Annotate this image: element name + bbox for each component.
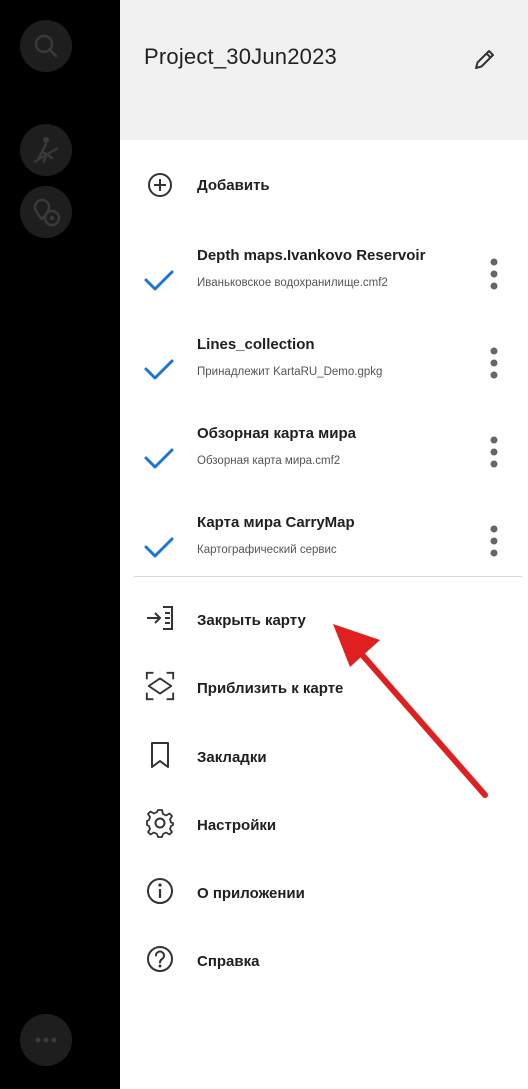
route-button[interactable] <box>20 124 72 176</box>
checkmark-icon[interactable] <box>142 530 176 564</box>
map-item-subtitle: Иваньковское водохранилище.cmf2 <box>197 277 388 289</box>
more-vertical-icon <box>490 347 498 379</box>
map-item-title: Lines_collection <box>197 336 315 353</box>
map-item[interactable]: Обзорная карта мира Обзорная карта мира.… <box>120 423 528 493</box>
checkmark-icon[interactable] <box>142 352 176 386</box>
map-item-menu-button[interactable] <box>480 429 508 475</box>
map-item[interactable]: Depth maps.Ivankovo Reservoir Иваньковск… <box>120 245 528 315</box>
more-vertical-icon <box>490 436 498 468</box>
more-options-button[interactable] <box>20 1014 72 1066</box>
route-icon <box>33 137 59 164</box>
more-horizontal-icon <box>35 1037 57 1043</box>
help-icon <box>144 943 176 975</box>
more-vertical-icon <box>490 258 498 290</box>
zoom-to-map-label: Приблизить к карте <box>197 680 344 697</box>
add-map-button[interactable]: Добавить <box>120 160 528 210</box>
map-item-title: Карта мира CarryMap <box>197 514 355 531</box>
location-compass-icon <box>33 198 61 227</box>
add-map-label: Добавить <box>197 177 270 194</box>
drawer-header: Project_30Jun2023 <box>120 0 528 140</box>
navigation-drawer: Project_30Jun2023 Добавить Depth maps.Iv… <box>120 0 528 1089</box>
checkmark-icon[interactable] <box>142 263 176 297</box>
help-button[interactable]: Справка <box>120 935 528 983</box>
zoom-to-map-icon <box>144 670 176 702</box>
search-icon <box>34 34 58 58</box>
about-label: О приложении <box>197 885 305 902</box>
pencil-icon <box>475 50 494 69</box>
map-item-menu-button[interactable] <box>480 340 508 386</box>
bookmarks-button[interactable]: Закладки <box>120 731 528 779</box>
map-area[interactable] <box>0 0 120 1089</box>
map-item[interactable]: Lines_collection Принадлежит KartaRU_Dem… <box>120 334 528 404</box>
close-map-icon <box>144 602 176 634</box>
settings-label: Настройки <box>197 817 277 834</box>
map-item[interactable]: Карта мира CarryMap Картографический сер… <box>120 512 528 582</box>
map-item-subtitle: Картографический сервис <box>197 544 337 556</box>
app-screen: Project_30Jun2023 Добавить Depth maps.Iv… <box>0 0 528 1089</box>
close-map-label: Закрыть карту <box>197 612 306 629</box>
about-button[interactable]: О приложении <box>120 867 528 915</box>
location-button[interactable] <box>20 186 72 238</box>
map-item-menu-button[interactable] <box>480 518 508 564</box>
map-item-title: Обзорная карта мира <box>197 425 356 442</box>
edit-project-button[interactable] <box>464 40 504 80</box>
gear-icon <box>144 807 176 839</box>
divider <box>134 576 522 577</box>
zoom-to-map-button[interactable]: Приблизить к карте <box>120 662 528 710</box>
map-item-title: Depth maps.Ivankovo Reservoir <box>197 247 426 264</box>
close-map-button[interactable]: Закрыть карту <box>120 594 528 642</box>
search-button[interactable] <box>20 20 72 72</box>
info-icon <box>144 875 176 907</box>
checkmark-icon[interactable] <box>142 441 176 475</box>
settings-button[interactable]: Настройки <box>120 799 528 847</box>
bookmark-icon <box>144 739 176 771</box>
map-item-subtitle: Принадлежит KartaRU_Demo.gpkg <box>197 366 383 378</box>
add-circle-icon <box>144 169 176 201</box>
help-label: Справка <box>197 953 260 970</box>
more-vertical-icon <box>490 525 498 557</box>
map-item-menu-button[interactable] <box>480 251 508 297</box>
project-title: Project_30Jun2023 <box>144 44 337 69</box>
bookmarks-label: Закладки <box>197 749 267 766</box>
map-item-subtitle: Обзорная карта мира.cmf2 <box>197 455 341 467</box>
